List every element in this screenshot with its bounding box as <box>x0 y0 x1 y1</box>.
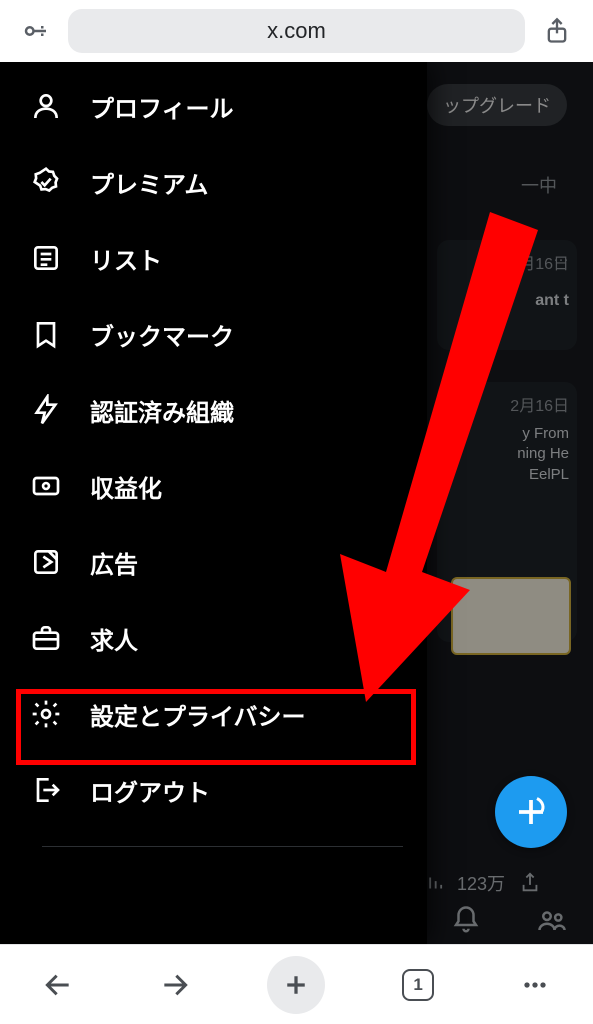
bg-sub-text: 一中 <box>521 172 557 198</box>
nav-monetization-label: 収益化 <box>90 469 162 504</box>
monetization-icon <box>28 468 64 504</box>
browser-address-bar: x.com <box>0 0 593 62</box>
views-count: 123万 <box>457 870 505 896</box>
compose-icon <box>513 794 549 830</box>
bg-card2-line3: EelPL <box>445 465 569 485</box>
arrow-left-icon <box>42 969 74 1001</box>
arrow-right-icon <box>159 969 191 1001</box>
nav-settings-privacy-label: 設定とプライバシー <box>90 697 306 732</box>
nav-settings-privacy[interactable]: 設定とプライバシー <box>0 676 427 752</box>
lists-icon <box>28 240 64 276</box>
lightning-icon <box>28 392 64 428</box>
tab-count: 1 <box>402 969 434 1001</box>
nav-lists-label: リスト <box>90 241 162 276</box>
gear-icon <box>28 696 64 732</box>
ads-icon <box>28 544 64 580</box>
navigation-drawer: プロフィール プレミアム リスト ブックマーク 認証済み組織 <box>0 62 427 944</box>
communities-tab[interactable] <box>537 905 567 940</box>
bg-quote-card <box>451 577 571 655</box>
bg-card2-date: 2月16日 <box>445 392 569 416</box>
plus-icon <box>281 970 311 1000</box>
drawer-divider <box>42 846 403 847</box>
nav-jobs[interactable]: 求人 <box>0 600 427 676</box>
tabs-button[interactable]: 1 <box>394 961 442 1009</box>
nav-monetization[interactable]: 収益化 <box>0 448 427 524</box>
bg-card2-line2: ning He <box>445 444 569 464</box>
premium-icon <box>28 164 64 200</box>
nav-bookmarks-label: ブックマーク <box>90 317 234 352</box>
url-text: x.com <box>267 18 326 44</box>
bg-card1-text: ant t <box>445 292 569 310</box>
more-icon <box>519 969 551 1001</box>
nav-profile[interactable]: プロフィール <box>0 68 427 144</box>
bg-post-stats: 123万 <box>421 870 541 896</box>
bg-card2-line1: y From <box>445 424 569 444</box>
nav-logout[interactable]: ログアウト <box>0 752 427 828</box>
upgrade-pill[interactable]: ップグレード <box>427 84 567 126</box>
new-tab-button[interactable] <box>267 956 325 1014</box>
browser-toolbar: 1 <box>0 944 593 1024</box>
bg-card1-date: 月16日 <box>445 250 569 274</box>
compose-button[interactable] <box>495 776 567 848</box>
bg-post-card: … 月16日 ant t <box>437 240 577 350</box>
forward-button[interactable] <box>151 961 199 1009</box>
bottom-nav <box>451 905 567 940</box>
logout-icon <box>28 772 64 808</box>
nav-bookmarks[interactable]: ブックマーク <box>0 296 427 372</box>
briefcase-icon <box>28 620 64 656</box>
site-settings-button[interactable] <box>14 11 58 51</box>
nav-premium-label: プレミアム <box>90 165 208 200</box>
bookmark-icon <box>28 316 64 352</box>
menu-button[interactable] <box>511 961 559 1009</box>
nav-premium[interactable]: プレミアム <box>0 144 427 220</box>
nav-profile-label: プロフィール <box>90 89 234 124</box>
page-viewport: ップグレード 一中 … 月16日 ant t 2月16日 y From ning… <box>0 62 593 944</box>
nav-ads-label: 広告 <box>90 545 138 580</box>
profile-icon <box>28 88 64 124</box>
back-button[interactable] <box>34 961 82 1009</box>
share-post-icon <box>519 872 541 894</box>
url-field[interactable]: x.com <box>68 9 525 53</box>
notifications-tab[interactable] <box>451 905 481 940</box>
nav-verified-orgs-label: 認証済み組織 <box>90 393 234 428</box>
nav-lists[interactable]: リスト <box>0 220 427 296</box>
share-button[interactable] <box>535 11 579 51</box>
nav-logout-label: ログアウト <box>90 773 210 808</box>
nav-jobs-label: 求人 <box>90 621 138 656</box>
nav-ads[interactable]: 広告 <box>0 524 427 600</box>
nav-verified-orgs[interactable]: 認証済み組織 <box>0 372 427 448</box>
